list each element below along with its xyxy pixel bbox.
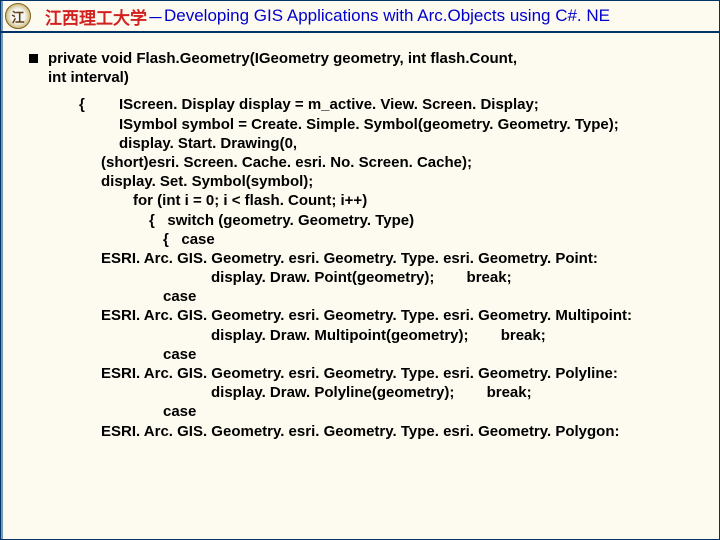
code-line: display. Draw. Multipoint(geometry); bre… [101, 326, 715, 345]
code-line: display. Start. Drawing(0, [101, 134, 715, 153]
code-line: display. Draw. Polyline(geometry); break… [101, 383, 715, 402]
code-line: case [101, 345, 715, 364]
bullet-icon [29, 54, 38, 63]
header-org: 江西理工大学 [45, 4, 147, 29]
break-kw: break; [487, 384, 532, 401]
logo-letter: 江 [11, 7, 24, 26]
code-line: ESRI. Arc. GIS. Geometry. esri. Geometry… [101, 422, 715, 441]
signature-text: private void Flash.Geometry(IGeometry ge… [48, 49, 715, 87]
university-logo-icon: 江 [5, 3, 31, 29]
code-line: for (int i = 0; i < flash. Count; i++) [101, 191, 715, 210]
code-line: { case [101, 230, 715, 249]
code-line: case [101, 402, 715, 421]
header-title: Developing GIS Applications with Arc.Obj… [164, 6, 610, 26]
code-line: { switch (geometry. Geometry. Type) [101, 211, 715, 230]
code-block: { IScreen. Display display = m_active. V… [79, 95, 715, 440]
code-line: ISymbol symbol = Create. Simple. Symbol(… [101, 115, 715, 134]
slide-body: private void Flash.Geometry(IGeometry ge… [1, 33, 719, 441]
code-line: IScreen. Display display = m_active. Vie… [101, 95, 715, 114]
header-separator: － [147, 4, 164, 29]
slide-header: 江 江西理工大学 － Developing GIS Applications w… [1, 1, 719, 33]
break-kw: break; [467, 269, 512, 286]
code-line: (short)esri. Screen. Cache. esri. No. Sc… [101, 153, 715, 172]
code-line: display. Draw. Point(geometry); break; [101, 268, 715, 287]
sig-line-1: private void Flash.Geometry(IGeometry ge… [48, 49, 715, 68]
draw-call: display. Draw. Polyline(geometry); [211, 384, 454, 401]
code-line: ESRI. Arc. GIS. Geometry. esri. Geometry… [101, 249, 715, 268]
slide-page: 江 江西理工大学 － Developing GIS Applications w… [0, 0, 720, 540]
switch-stmt: switch (geometry. Geometry. Type) [167, 212, 414, 229]
code-line: ESRI. Arc. GIS. Geometry. esri. Geometry… [101, 364, 715, 383]
method-signature: private void Flash.Geometry(IGeometry ge… [29, 49, 715, 87]
draw-call: display. Draw. Point(geometry); [211, 269, 434, 286]
sig-line-2: int interval) [48, 68, 715, 87]
code-line: case [101, 287, 715, 306]
code-lines: IScreen. Display display = m_active. Vie… [101, 95, 715, 440]
break-kw: break; [501, 327, 546, 344]
code-line: ESRI. Arc. GIS. Geometry. esri. Geometry… [101, 306, 715, 325]
brace-open: { [163, 231, 169, 248]
draw-call: display. Draw. Multipoint(geometry); [211, 327, 469, 344]
brace-open: { [149, 212, 155, 229]
open-brace: { [79, 95, 101, 440]
code-line: display. Set. Symbol(symbol); [101, 172, 715, 191]
case-kw: case [181, 231, 214, 248]
